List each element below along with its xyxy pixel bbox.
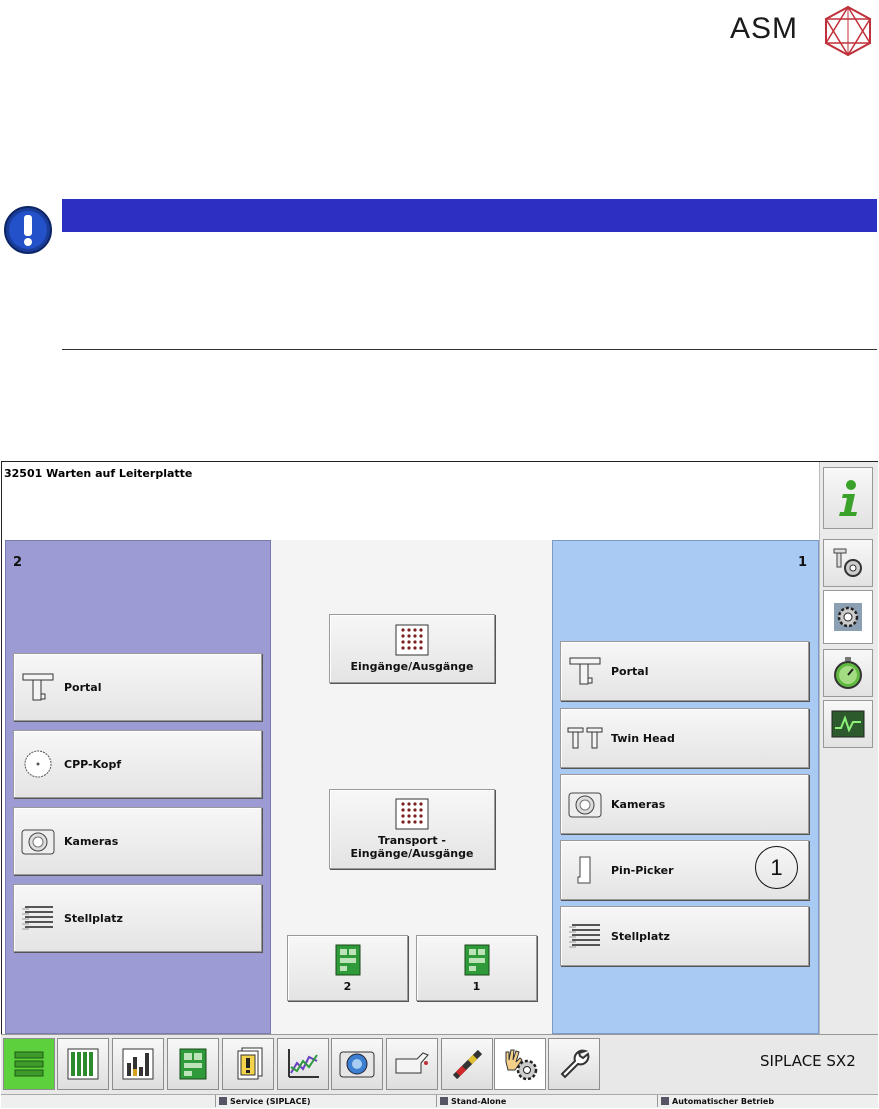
- hand-gear-icon: [505, 1049, 538, 1081]
- left-cpp-head-button[interactable]: CPP-Kopf: [13, 730, 262, 798]
- hand-gear-button[interactable]: [494, 1038, 546, 1090]
- user-status: Service (SIPLACE): [215, 1095, 436, 1107]
- info-button[interactable]: [823, 467, 873, 529]
- chart-icon: [288, 1049, 319, 1078]
- feeder-grid-icon: [67, 1048, 99, 1080]
- operation-mode-text: Automatischer Betrieb: [672, 1096, 775, 1106]
- oil-can-icon: [395, 1052, 429, 1074]
- machine-settings-icon: [833, 548, 862, 577]
- warning-exclamation-icon: [4, 206, 52, 254]
- asm-logo-icon: [824, 5, 872, 57]
- status-message: 32501 Warten auf Leiterplatte: [4, 467, 193, 480]
- production-button[interactable]: [3, 1038, 55, 1090]
- line-icon: [440, 1097, 448, 1105]
- machine-settings-button[interactable]: [823, 539, 873, 587]
- transport-io-label-line1: Transport -: [377, 834, 446, 847]
- board-icon: [179, 1048, 207, 1080]
- camera-icon: [20, 826, 56, 856]
- info-icon: [839, 480, 857, 516]
- conveyor-2-label: 2: [343, 979, 352, 993]
- alarm-icon: [237, 1047, 263, 1080]
- gear-button[interactable]: [823, 590, 873, 644]
- chart-button[interactable]: [277, 1038, 329, 1090]
- statistics-button[interactable]: [112, 1038, 164, 1090]
- left-cameras-button[interactable]: Kameras: [13, 807, 262, 875]
- right-portal-button[interactable]: Portal: [560, 641, 809, 701]
- io-label: Eingänge/Ausgänge: [350, 660, 474, 673]
- vision-icon: [339, 1051, 375, 1078]
- io-button[interactable]: Eingänge/Ausgänge: [329, 614, 495, 683]
- user-status-text: Service (SIPLACE): [230, 1096, 311, 1106]
- right-cameras-button[interactable]: Kameras: [560, 774, 809, 834]
- left-portal-label: Portal: [64, 680, 102, 694]
- right-twin-head-label: Twin Head: [611, 731, 675, 745]
- right-feeder-table-label: Stellplatz: [611, 929, 670, 943]
- operation-mode-status: Automatischer Betrieb: [657, 1095, 878, 1107]
- portal-icon: [567, 656, 603, 686]
- transport-io-label: Transport - Eingänge/Ausgänge: [351, 834, 474, 860]
- right-portal-label: Portal: [611, 664, 649, 678]
- gantry-number: 1: [798, 555, 808, 570]
- gantry-number: 2: [13, 555, 23, 570]
- gear-icon: [834, 603, 862, 631]
- conveyor-1-button[interactable]: 1: [416, 935, 537, 1001]
- conveyor-2-button[interactable]: 2: [287, 935, 408, 1001]
- io-grid-icon: [395, 798, 429, 830]
- oscilloscope-button[interactable]: [823, 700, 873, 748]
- io-grid-icon: [395, 624, 429, 656]
- operation-icon: [661, 1097, 669, 1105]
- nozzle-icon: [452, 1049, 483, 1080]
- nozzle-button[interactable]: [441, 1038, 493, 1090]
- production-icon: [14, 1051, 44, 1077]
- user-icon: [219, 1097, 227, 1105]
- stopwatch-button[interactable]: [823, 649, 873, 697]
- cpp-head-icon: [20, 749, 56, 779]
- circuit-board-icon: [464, 944, 489, 975]
- statistics-icon: [122, 1048, 154, 1080]
- notice-header-bar: [62, 199, 877, 232]
- pin-picker-icon: [567, 855, 603, 885]
- camera-icon: [567, 789, 603, 819]
- line-mode-status: Stand-Alone: [436, 1095, 657, 1107]
- vision-button[interactable]: [331, 1038, 383, 1090]
- asm-logo-text: ASM: [730, 12, 799, 45]
- alarm-button[interactable]: [222, 1038, 274, 1090]
- right-feeder-table-button[interactable]: Stellplatz: [560, 906, 809, 966]
- left-feeder-table-button[interactable]: Stellplatz: [13, 884, 262, 952]
- board-button[interactable]: [167, 1038, 219, 1090]
- twin-head-icon: [567, 723, 603, 753]
- line-mode-text: Stand-Alone: [451, 1096, 507, 1106]
- feeder-table-icon: [20, 903, 56, 933]
- wrench-icon: [560, 1049, 590, 1079]
- conveyor-1-label: 1: [472, 979, 481, 993]
- brand-label: SIPLACE SX2: [760, 1052, 856, 1070]
- portal-icon: [20, 672, 56, 702]
- left-portal-button[interactable]: Portal: [13, 653, 262, 721]
- right-pin-picker-label: Pin-Picker: [611, 863, 674, 877]
- left-feeder-table-label: Stellplatz: [64, 911, 123, 925]
- feeder-table-icon: [567, 921, 603, 951]
- feeder-grid-button[interactable]: [57, 1038, 109, 1090]
- oil-can-button[interactable]: [386, 1038, 438, 1090]
- circuit-board-icon: [335, 944, 360, 975]
- transport-io-label-line2: Eingänge/Ausgänge: [350, 847, 474, 860]
- left-cameras-label: Kameras: [64, 834, 119, 848]
- stopwatch-icon: [834, 657, 862, 689]
- left-cpp-head-label: CPP-Kopf: [64, 757, 122, 771]
- right-cameras-label: Kameras: [611, 797, 666, 811]
- wrench-button[interactable]: [548, 1038, 600, 1090]
- right-twin-head-button[interactable]: Twin Head: [560, 708, 809, 768]
- callout-marker: 1: [755, 846, 798, 889]
- notice-divider: [62, 349, 877, 350]
- oscilloscope-icon: [831, 710, 865, 738]
- transport-io-button[interactable]: Transport - Eingänge/Ausgänge: [329, 789, 495, 869]
